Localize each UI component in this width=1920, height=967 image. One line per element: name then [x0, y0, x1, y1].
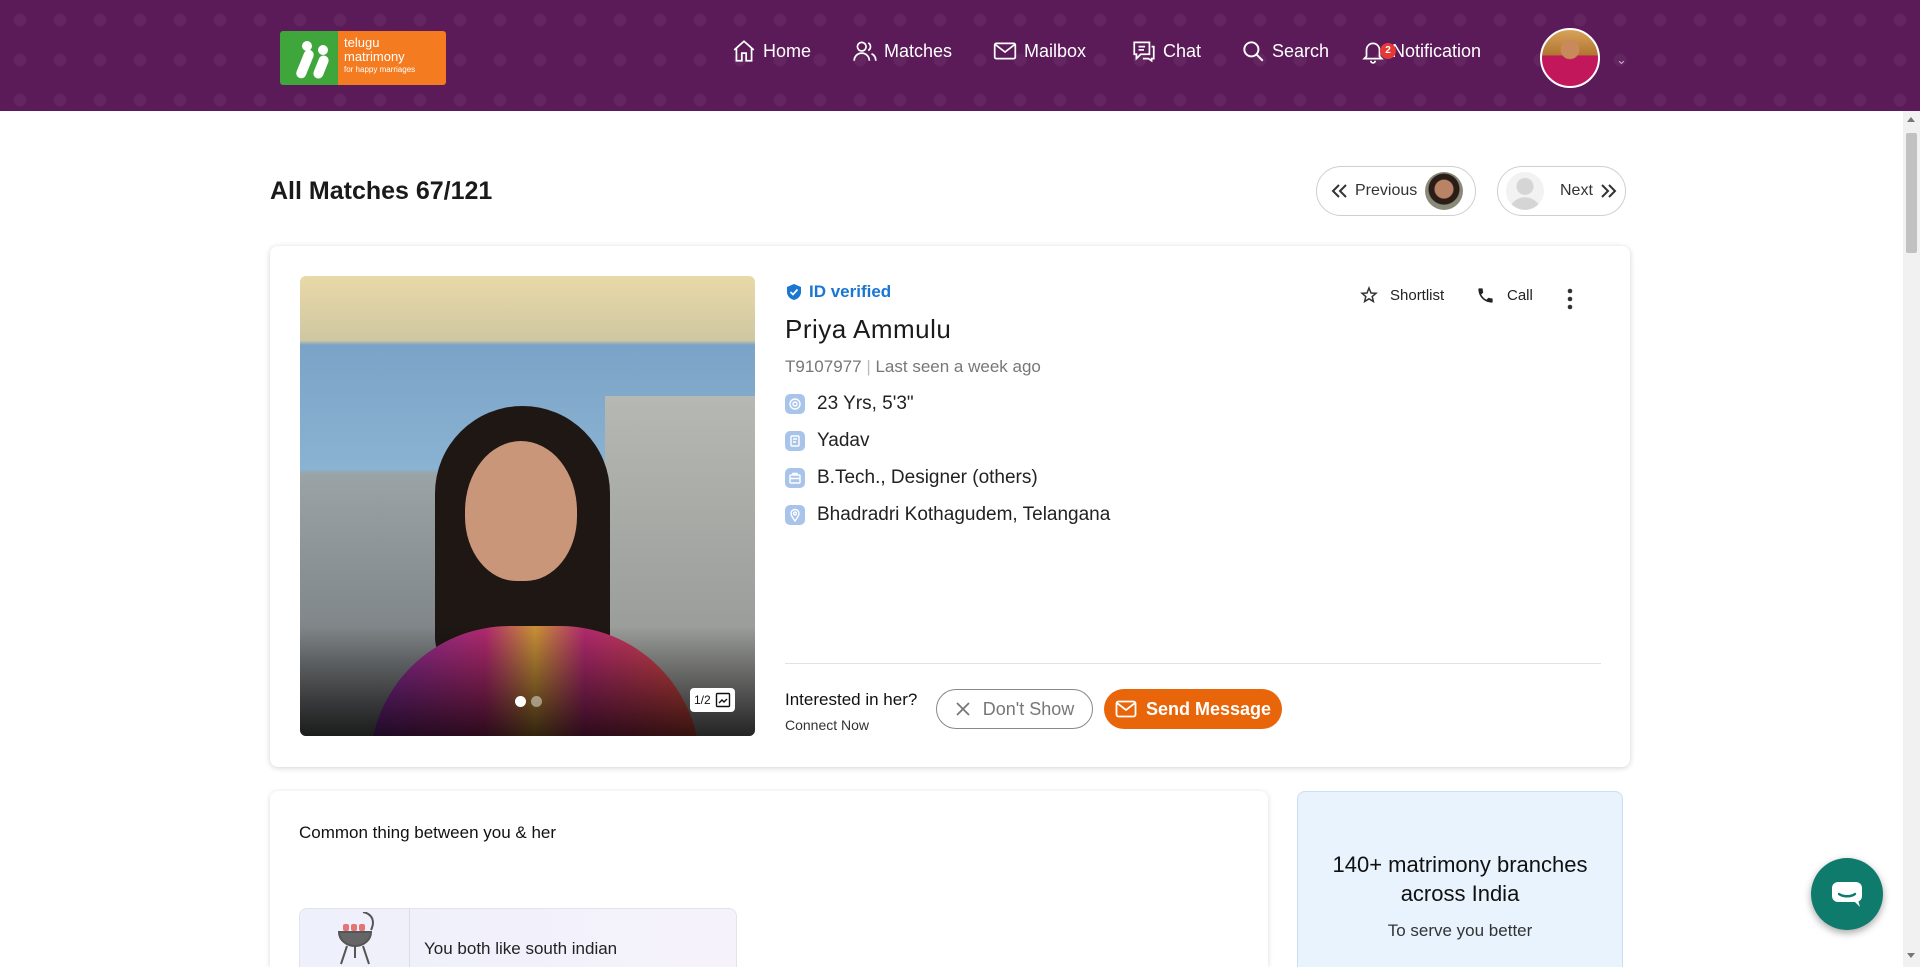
attribute-age-height-text: 23 Yrs, 5'3"	[817, 393, 914, 414]
attribute-location: Bhadradri Kothagudem, Telangana	[785, 504, 1110, 526]
page-scrollbar[interactable]	[1903, 111, 1920, 967]
profile-photo[interactable]: 1/2	[300, 276, 755, 736]
location-icon	[785, 505, 805, 525]
profile-card: 1/2 ID verified Priya Ammulu T9107977 | …	[270, 246, 1630, 767]
user-avatar[interactable]	[1540, 28, 1600, 88]
photo-dot-active[interactable]	[515, 696, 526, 707]
common-item-text: You both like south indian	[424, 939, 618, 958]
photo-dot[interactable]	[531, 696, 542, 707]
grill-icon	[300, 909, 410, 967]
site-logo[interactable]: telugu matrimony for happy marriages	[280, 31, 446, 85]
profile-id: T9107977	[785, 357, 862, 376]
previous-profile-thumbnail	[1425, 172, 1464, 210]
dont-show-label: Don't Show	[982, 698, 1075, 719]
branches-title: 140+ matrimony branches across India	[1332, 852, 1588, 906]
photo-counter[interactable]: 1/2	[690, 688, 735, 712]
nav-search-label: Search	[1272, 40, 1330, 61]
id-verified-badge: ID verified	[785, 282, 891, 302]
attribute-caste-text: Yadav	[817, 430, 870, 451]
notification-badge: 2	[1380, 43, 1396, 59]
home-icon	[733, 40, 755, 62]
top-header: telugu matrimony for happy marriages Hom…	[0, 0, 1920, 111]
branches-subtitle: To serve you better	[1387, 921, 1533, 940]
education-icon	[785, 468, 805, 488]
more-options-button[interactable]	[1567, 288, 1573, 310]
scroll-up-arrow[interactable]	[1907, 117, 1915, 122]
nav-search[interactable]: Search	[1240, 37, 1329, 65]
common-things-card: Common thing between you & her You both …	[270, 791, 1268, 967]
dont-show-button[interactable]: Don't Show	[936, 689, 1093, 729]
attribute-education: B.Tech., Designer (others)	[785, 467, 1038, 489]
shortlist-button[interactable]: Shortlist	[1360, 286, 1444, 304]
scroll-down-arrow[interactable]	[1907, 953, 1915, 958]
nav-mailbox[interactable]: Mailbox	[992, 37, 1086, 65]
page-title: All Matches 67/121	[270, 177, 493, 205]
previous-label: Previous	[1355, 182, 1418, 199]
previous-button[interactable]: Previous	[1316, 166, 1476, 216]
chevron-down-icon[interactable]: ⌄	[1616, 52, 1627, 68]
close-icon	[956, 702, 970, 716]
search-icon	[1243, 41, 1264, 62]
star-icon	[1360, 286, 1378, 304]
nav-home-label: Home	[763, 40, 812, 61]
mail-icon	[1115, 700, 1137, 718]
chat-support-button[interactable]	[1811, 858, 1883, 930]
photo-counter-text: 1/2	[694, 693, 711, 707]
double-chevron-right-icon	[1601, 184, 1617, 198]
chat-icon	[1133, 41, 1155, 63]
phone-icon	[1478, 288, 1493, 303]
users-icon	[853, 41, 877, 61]
attribute-caste: Yadav	[785, 430, 869, 452]
send-message-label: Send Message	[1145, 698, 1272, 719]
logo-line1: telugu	[344, 35, 380, 50]
nav-chat-label: Chat	[1163, 40, 1202, 61]
caste-icon	[785, 431, 805, 451]
branches-promo: 140+ matrimony branches across India To …	[1297, 791, 1623, 967]
profile-meta: T9107977 | Last seen a week ago	[785, 357, 1041, 377]
double-chevron-left-icon	[1331, 184, 1347, 198]
scrollbar-thumb[interactable]	[1906, 133, 1917, 253]
attribute-age-height: 23 Yrs, 5'3"	[785, 393, 914, 415]
nav-matches-label: Matches	[884, 40, 953, 61]
call-button[interactable]: Call	[1476, 286, 1533, 305]
nav-home[interactable]: Home	[731, 37, 811, 65]
interest-subtitle: Connect Now	[785, 717, 870, 733]
nav-notification-label: Notification	[1392, 40, 1482, 61]
chat-bubble-icon	[1832, 882, 1862, 907]
common-item: You both like south indian	[299, 908, 737, 967]
meta-separator: |	[866, 357, 871, 376]
logo-line2: matrimony	[344, 49, 405, 64]
call-label: Call	[1507, 287, 1533, 304]
next-button[interactable]: Next	[1497, 166, 1626, 216]
mail-icon	[993, 42, 1017, 60]
attribute-education-text: B.Tech., Designer (others)	[817, 467, 1038, 488]
nav-matches[interactable]: Matches	[852, 37, 952, 65]
common-things-title: Common thing between you & her	[299, 823, 557, 842]
next-label: Next	[1560, 182, 1593, 199]
shortlist-label: Shortlist	[1390, 286, 1445, 304]
nav-chat[interactable]: Chat	[1131, 37, 1201, 65]
last-seen: Last seen a week ago	[875, 357, 1041, 376]
id-verified-label: ID verified	[809, 282, 892, 301]
send-message-button[interactable]: Send Message	[1104, 689, 1282, 729]
logo-tagline: for happy marriages	[344, 65, 416, 74]
interest-question: Interested in her?	[785, 690, 918, 709]
card-divider	[785, 663, 1601, 664]
nav-mailbox-label: Mailbox	[1024, 40, 1087, 61]
profile-name: Priya Ammulu	[785, 314, 952, 344]
gallery-icon	[715, 692, 730, 708]
more-vertical-icon	[1567, 288, 1573, 310]
age-height-icon	[785, 394, 805, 414]
next-profile-thumbnail	[1506, 172, 1544, 210]
logo-mark-icon	[280, 31, 338, 85]
attribute-location-text: Bhadradri Kothagudem, Telangana	[817, 504, 1111, 525]
verified-shield-icon	[787, 284, 801, 300]
nav-notification[interactable]: 2 Notification	[1360, 37, 1481, 65]
